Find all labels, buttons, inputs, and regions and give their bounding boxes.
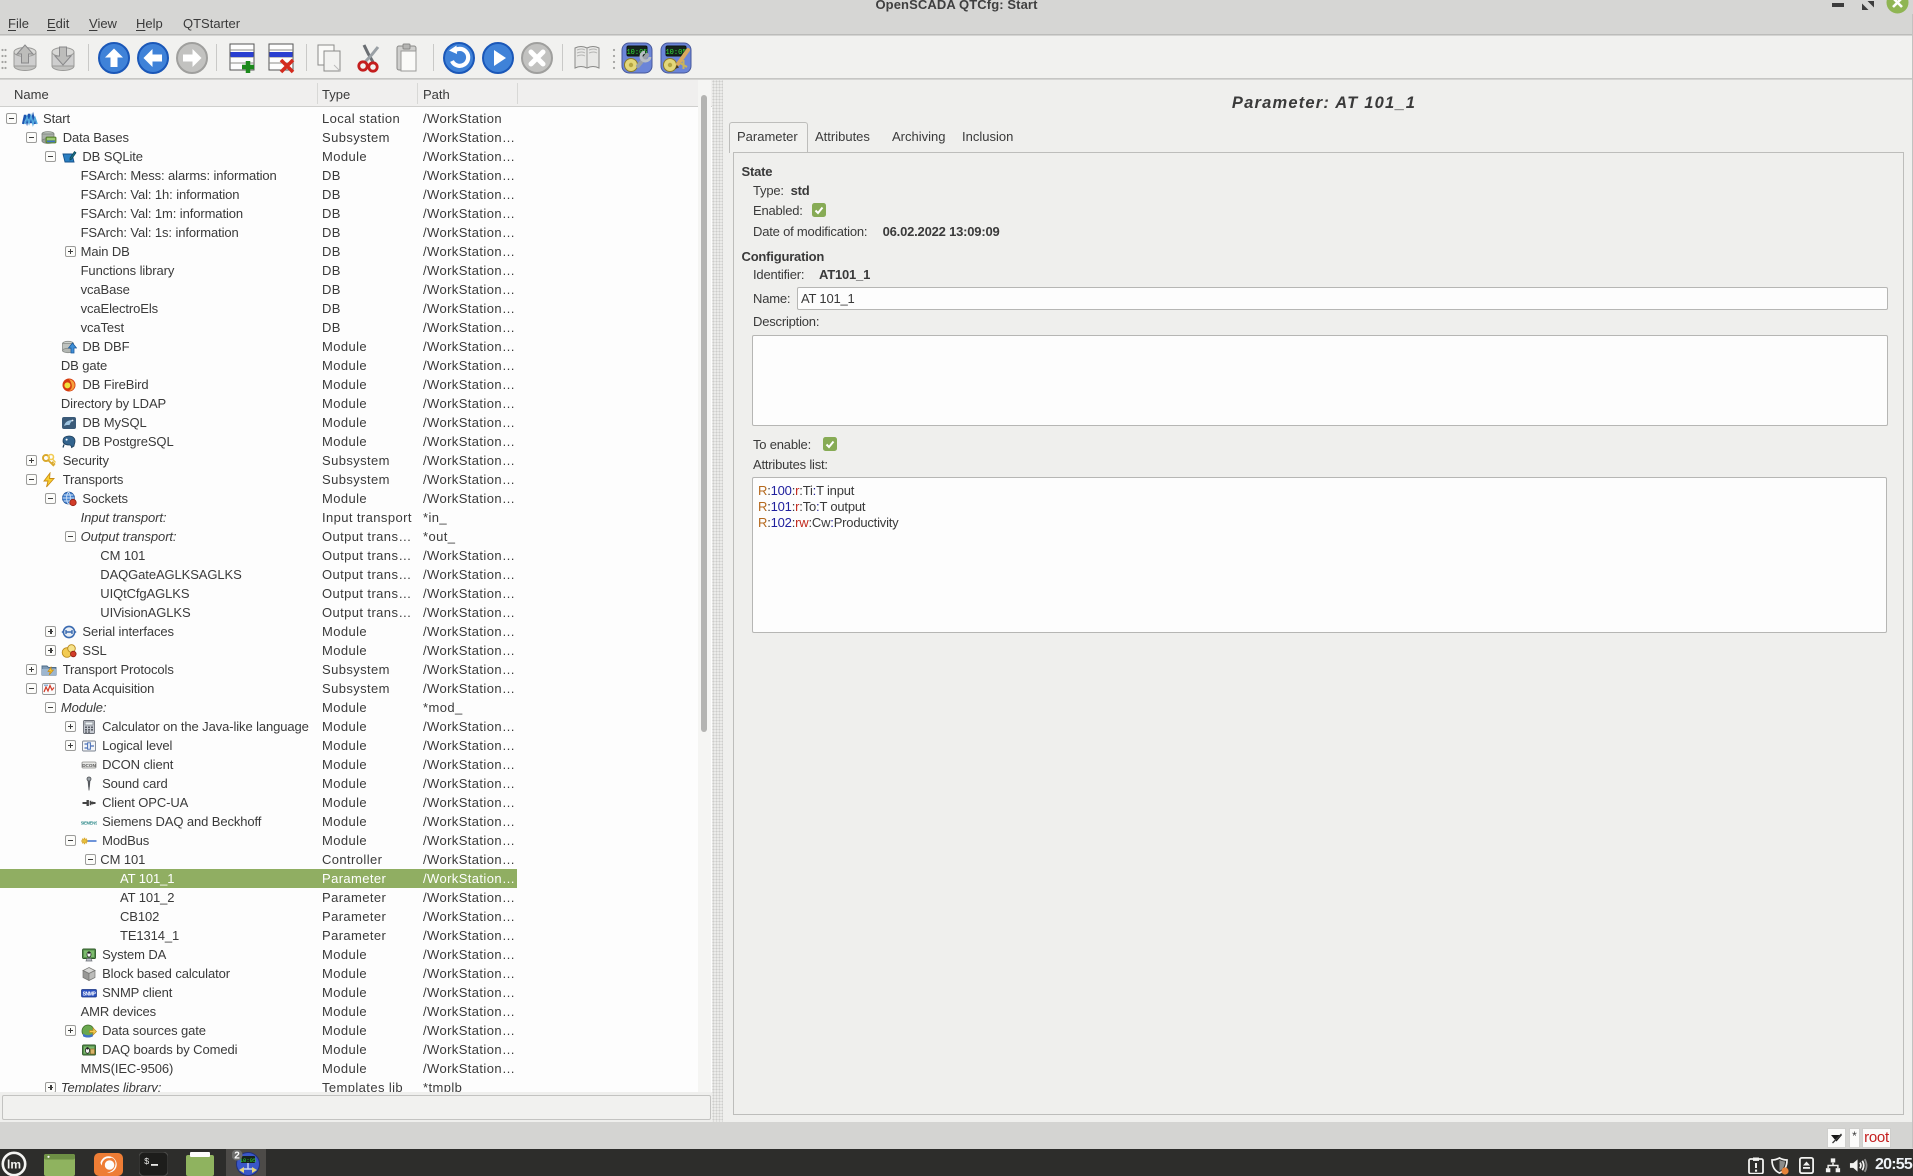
svg-text:$: $ [144, 1157, 150, 1167]
svg-text:10:05: 10:05 [240, 1157, 257, 1164]
svg-text:lm: lm [7, 1158, 21, 1172]
svg-text:SNMP: SNMP [82, 991, 96, 997]
svg-text:DCON: DCON [82, 762, 96, 767]
svg-text:SIEMENS: SIEMENS [81, 820, 97, 825]
svg-text:2: 2 [234, 1151, 240, 1162]
